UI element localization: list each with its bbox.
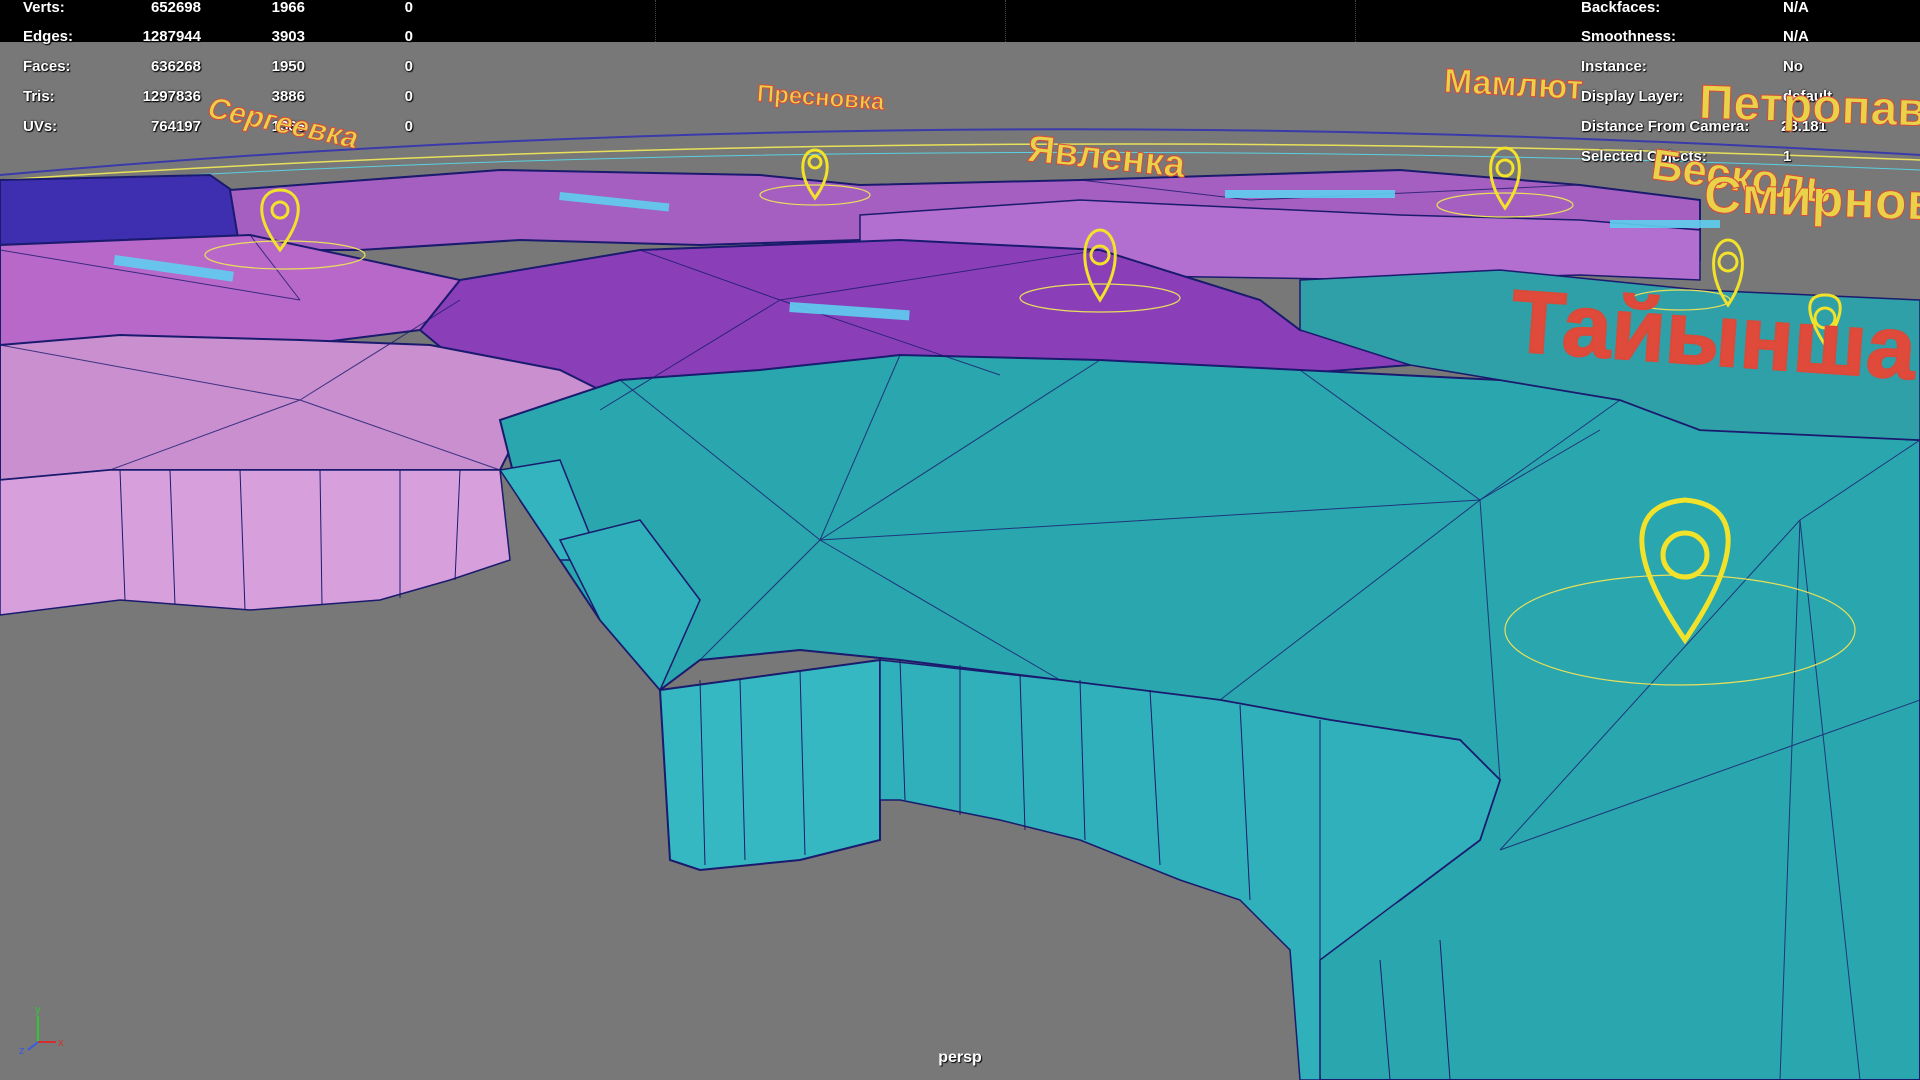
camera-name: persp — [938, 1049, 982, 1066]
map-label-smirnovo[interactable]: Смирново — [1702, 165, 1920, 234]
svg-text:x: x — [58, 1037, 64, 1049]
3d-viewport[interactable]: Verts: 652698 1966 0 Edges: 1287944 3903… — [0, 0, 1920, 1080]
svg-text:y: y — [35, 1004, 41, 1016]
region-magenta-left — [0, 233, 462, 357]
region-blue — [0, 173, 262, 247]
map-label-mamlyut[interactable]: Мамлют — [1443, 61, 1585, 108]
region-teal-walls — [658, 658, 881, 872]
